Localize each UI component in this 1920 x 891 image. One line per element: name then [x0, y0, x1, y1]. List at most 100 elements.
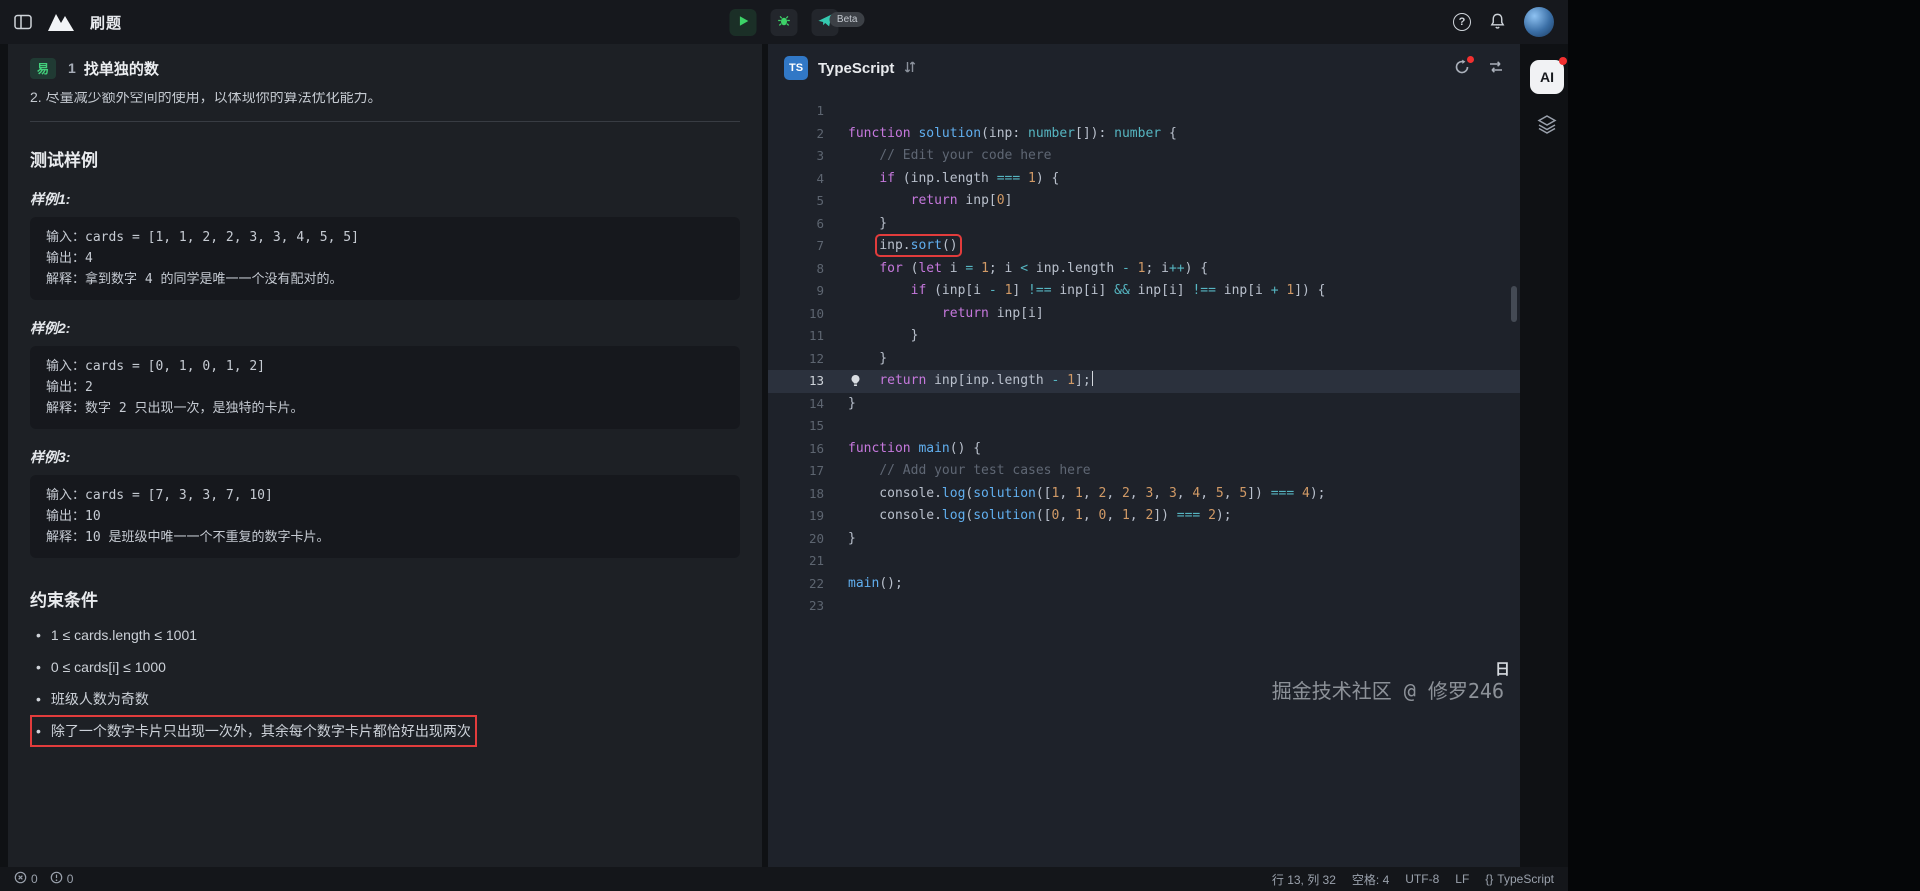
- constraint-text: 1 ≤ cards.length ≤ 1001: [51, 625, 197, 645]
- constraint-text: 除了一个数字卡片只出现一次外，其余每个数字卡片都恰好出现两次: [51, 721, 471, 741]
- ai-assistant-button[interactable]: AI: [1530, 60, 1564, 94]
- language-switch-button[interactable]: [904, 60, 916, 77]
- code-line-4[interactable]: 4 if (inp.length === 1) {: [768, 168, 1520, 191]
- eol-setting[interactable]: LF: [1455, 872, 1469, 886]
- constraint-item: •班级人数为奇数: [36, 689, 149, 709]
- code-line-8[interactable]: 8 for (let i = 1; i < inp.length - 1; i+…: [768, 258, 1520, 281]
- editor-header-actions: [1454, 59, 1504, 78]
- code-line-12[interactable]: 12 }: [768, 348, 1520, 371]
- line-number: 19: [768, 505, 824, 528]
- braces-icon: {}: [1485, 872, 1493, 886]
- line-number: 14: [768, 393, 824, 416]
- code-line-13[interactable]: 13 return inp[inp.length - 1];: [768, 370, 1520, 393]
- example-line: 解释：拿到数字 4 的同学是唯一一个没有配对的。: [46, 269, 724, 290]
- code-line-14[interactable]: 14}: [768, 393, 1520, 416]
- code-line-18[interactable]: 18 console.log(solution([1, 1, 2, 2, 3, …: [768, 483, 1520, 506]
- sidebar-toggle-icon[interactable]: [14, 13, 32, 31]
- language-mode[interactable]: {} TypeScript: [1485, 872, 1554, 886]
- status-right: 行 13, 列 32 空格: 4 UTF-8 LF {} TypeScript: [1272, 871, 1554, 888]
- code-line-10[interactable]: 10 return inp[i]: [768, 303, 1520, 326]
- play-icon: [737, 15, 749, 30]
- line-number: 4: [768, 168, 824, 191]
- line-number: 8: [768, 258, 824, 281]
- cursor-position[interactable]: 行 13, 列 32: [1272, 871, 1336, 888]
- constraint-text: 班级人数为奇数: [51, 689, 149, 709]
- notifications-button[interactable]: [1489, 12, 1506, 33]
- editor-panel: TS TypeScript 12function solution(inp:: [768, 44, 1520, 867]
- line-code: for (let i = 1; i < inp.length - 1; i++)…: [824, 258, 1208, 281]
- errors-indicator[interactable]: 0: [14, 871, 38, 887]
- submit-button[interactable]: Beta: [812, 9, 839, 36]
- bell-icon: [1489, 12, 1506, 33]
- line-code: return inp[inp.length - 1];: [824, 370, 1093, 393]
- layers-button[interactable]: [1537, 114, 1557, 137]
- errors-count: 0: [31, 872, 38, 886]
- bug-icon: [777, 13, 792, 31]
- constraint-item: •0 ≤ cards[i] ≤ 1000: [36, 657, 166, 677]
- help-button[interactable]: ?: [1453, 13, 1471, 31]
- line-number: 16: [768, 438, 824, 461]
- line-number: 22: [768, 573, 824, 596]
- line-number: 17: [768, 460, 824, 483]
- example-line: 输入：cards = [0, 1, 0, 1, 2]: [46, 356, 724, 377]
- constraint-text: 0 ≤ cards[i] ≤ 1000: [51, 657, 166, 677]
- bullet-dot: •: [36, 625, 41, 645]
- code-line-3[interactable]: 3 // Edit your code here: [768, 145, 1520, 168]
- reset-code-button[interactable]: [1454, 59, 1470, 78]
- annotation-box: inp.sort(): [879, 238, 957, 253]
- example-code-block: 输入：cards = [1, 1, 2, 2, 3, 3, 4, 5, 5]输出…: [30, 217, 740, 300]
- run-button[interactable]: [730, 9, 757, 36]
- line-code: [824, 415, 848, 438]
- main-area: 易 1 找单独的数 2. 尽量减少额外空间的使用，以体现你的算法优化能力。 测试…: [0, 44, 1568, 867]
- constraint-item: •除了一个数字卡片只出现一次外，其余每个数字卡片都恰好出现两次: [36, 721, 471, 741]
- code-line-2[interactable]: 2function solution(inp: number[]): numbe…: [768, 123, 1520, 146]
- code-line-23[interactable]: 23: [768, 595, 1520, 618]
- line-number: 12: [768, 348, 824, 371]
- code-line-5[interactable]: 5 return inp[0]: [768, 190, 1520, 213]
- app-logo-icon[interactable]: [46, 12, 76, 32]
- editor-scrollbar[interactable]: [1511, 286, 1517, 322]
- line-code: [824, 550, 848, 573]
- line-number: 3: [768, 145, 824, 168]
- line-code: console.log(solution([0, 1, 0, 1, 2]) ==…: [824, 505, 1232, 528]
- indentation-setting[interactable]: 空格: 4: [1352, 871, 1389, 888]
- right-rail: AI: [1526, 44, 1568, 867]
- code-line-7[interactable]: 7 inp.sort(): [768, 235, 1520, 258]
- line-number: 23: [768, 595, 824, 618]
- line-number: 7: [768, 235, 824, 258]
- problem-title: 找单独的数: [84, 58, 159, 79]
- layers-icon: [1537, 114, 1557, 137]
- language-mode-label: TypeScript: [1497, 872, 1554, 886]
- user-avatar[interactable]: [1524, 7, 1554, 37]
- debug-button[interactable]: [771, 9, 798, 36]
- code-line-9[interactable]: 9 if (inp[i - 1] !== inp[i] && inp[i] !=…: [768, 280, 1520, 303]
- line-number: 10: [768, 303, 824, 326]
- line-code: [824, 595, 848, 618]
- code-line-22[interactable]: 22main();: [768, 573, 1520, 596]
- code-line-21[interactable]: 21: [768, 550, 1520, 573]
- diff-view-button[interactable]: [1488, 59, 1504, 78]
- constraint-item: • 1 ≤ cards.length ≤ 1001: [36, 625, 197, 645]
- code-line-16[interactable]: 16function main() {: [768, 438, 1520, 461]
- example-line: 输出：10: [46, 506, 724, 527]
- code-line-19[interactable]: 19 console.log(solution([0, 1, 0, 1, 2])…: [768, 505, 1520, 528]
- line-number: 20: [768, 528, 824, 551]
- code-line-1[interactable]: 1: [768, 100, 1520, 123]
- status-bar: 0 0 行 13, 列 32 空格: 4 UTF-8 LF {} TypeScr…: [0, 867, 1568, 891]
- quickfix-lightbulb-icon[interactable]: [849, 374, 863, 388]
- encoding-setting[interactable]: UTF-8: [1405, 872, 1439, 886]
- code-editor[interactable]: 12function solution(inp: number[]): numb…: [768, 92, 1520, 867]
- code-lines: 12function solution(inp: number[]): numb…: [768, 100, 1520, 618]
- code-line-15[interactable]: 15: [768, 415, 1520, 438]
- line-number: 5: [768, 190, 824, 213]
- code-line-17[interactable]: 17 // Add your test cases here: [768, 460, 1520, 483]
- line-code: function main() {: [824, 438, 981, 461]
- line-code: }: [824, 213, 887, 236]
- reset-notification-dot: [1467, 56, 1474, 63]
- problem-content[interactable]: 2. 尽量减少额外空间的使用，以体现你的算法优化能力。 测试样例 样例1:输入：…: [8, 92, 762, 867]
- line-number: 9: [768, 280, 824, 303]
- warnings-indicator[interactable]: 0: [50, 871, 74, 887]
- code-line-20[interactable]: 20}: [768, 528, 1520, 551]
- code-line-11[interactable]: 11 }: [768, 325, 1520, 348]
- code-line-6[interactable]: 6 }: [768, 213, 1520, 236]
